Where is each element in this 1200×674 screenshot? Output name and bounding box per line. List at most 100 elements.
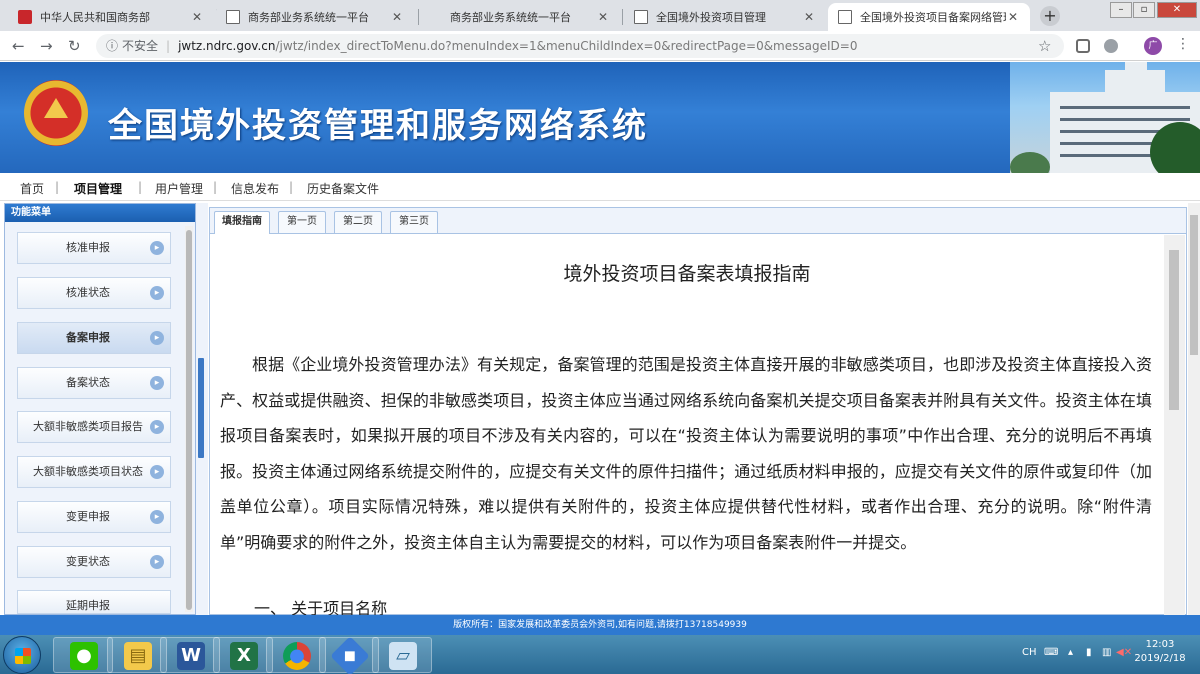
building-image	[1010, 62, 1200, 173]
taskbar-app-chrome[interactable]: ●	[266, 637, 326, 673]
close-icon[interactable]: ✕	[802, 10, 816, 24]
sidebar-item-change-apply[interactable]: 变更申报 ▸	[17, 501, 171, 533]
shield-extension-icon[interactable]	[1076, 39, 1090, 53]
start-button[interactable]	[3, 636, 41, 674]
forward-icon[interactable]: →	[40, 37, 53, 55]
taskbar-app-explorer[interactable]: ▤	[107, 637, 167, 673]
taskbar-app-word[interactable]: W	[160, 637, 220, 673]
copyright-footer: 版权所有：国家发展和改革委员会外资司,如有问题,请拨打13718549939	[0, 615, 1200, 635]
star-icon[interactable]: ☆	[1038, 37, 1051, 55]
url-field[interactable]: ⓘ 不安全 | jwtz.ndrc.gov.cn/jwtz/index_directT…	[96, 34, 1064, 58]
close-icon[interactable]: ✕	[1006, 10, 1020, 24]
reload-icon[interactable]: ↻	[68, 37, 81, 55]
guide-paragraph: 根据《企业境外投资管理办法》有关规定，备案管理的范围是投资主体直接开展的非敏感类…	[220, 355, 1152, 552]
nav-item-history-filings[interactable]: 历史备案文件	[307, 180, 379, 197]
tab-page-two[interactable]: 第二页	[334, 211, 382, 233]
browser-tab-active[interactable]: 全国境外投资项目备案网络管理 ✕	[828, 3, 1030, 31]
arrow-right-icon: ▸	[150, 286, 164, 300]
system-clock[interactable]: 12:03 2019/2/18	[1130, 638, 1190, 666]
extension-icon[interactable]	[1104, 39, 1118, 53]
sidebar-scrollbar[interactable]	[185, 226, 193, 612]
document-icon	[838, 10, 852, 24]
browser-tab[interactable]: 全国境外投资项目管理 ✕	[624, 3, 826, 31]
notepad-icon: ▱	[389, 642, 417, 670]
keyboard-icon[interactable]: ⌨	[1044, 647, 1058, 658]
browser-tab-title: 中华人民共和国商务部	[40, 11, 150, 24]
sidebar-item-filing-status[interactable]: 备案状态 ▸	[17, 367, 171, 399]
site-title: 全国境外投资管理和服务网络系统	[108, 106, 648, 146]
url-host: jwtz.ndrc.gov.cn	[178, 39, 276, 53]
excel-icon: X	[230, 642, 258, 670]
url-separator: |	[166, 39, 171, 53]
taskbar-app-notepad[interactable]: ▱	[372, 637, 432, 673]
tab-separator	[622, 9, 623, 25]
nav-item-home[interactable]: 首页	[20, 180, 44, 197]
browser-tab-title: 商务部业务系统统一平台	[450, 11, 571, 24]
nav-item-project-management[interactable]: 项目管理	[74, 180, 122, 197]
sidebar-item-label: 大额非敏感类项目状态	[33, 465, 143, 478]
battery-icon[interactable]: ▮	[1086, 647, 1092, 658]
page-scrollbar[interactable]	[1188, 203, 1200, 615]
close-icon[interactable]: ✕	[190, 10, 204, 24]
menu-icon[interactable]: ⋮	[1176, 36, 1190, 52]
document-icon	[226, 10, 240, 24]
back-icon[interactable]: ←	[12, 37, 25, 55]
top-nav: 首页 | 项目管理 | 用户管理 | 信息发布 | 历史备案文件	[0, 173, 1200, 201]
sidebar-item-change-status[interactable]: 变更状态 ▸	[17, 546, 171, 578]
collapse-splitter[interactable]	[196, 203, 208, 615]
clock-time: 12:03	[1145, 639, 1175, 650]
info-icon[interactable]: ⓘ	[106, 39, 118, 53]
tab-page-three[interactable]: 第三页	[390, 211, 438, 233]
browser-tab[interactable]: 中华人民共和国商务部 ✕	[8, 3, 214, 31]
nav-item-info-publish[interactable]: 信息发布	[231, 180, 279, 197]
nav-item-user-management[interactable]: 用户管理	[155, 180, 203, 197]
site-header-banner: 全国境外投资管理和服务网络系统	[0, 62, 1200, 173]
nav-divider: |	[213, 180, 218, 194]
sidebar-item-label: 核准申报	[66, 241, 110, 254]
url-path: /jwtz/index_directToMenu.do?menuIndex=1&…	[275, 39, 858, 53]
taskbar-app-tool[interactable]: ◆	[319, 636, 379, 674]
browser-tab[interactable]: 商务部业务系统统一平台 ✕	[216, 3, 414, 31]
new-tab-button[interactable]: +	[1040, 6, 1060, 26]
taskbar-app-excel[interactable]: X	[213, 637, 273, 673]
chrome-icon: ●	[283, 642, 311, 670]
red-flag-icon	[18, 10, 32, 24]
browser-tab-title: 全国境外投资项目管理	[656, 11, 766, 24]
network-icon[interactable]: ▥	[1102, 647, 1111, 658]
guide-document: 境外投资项目备案表填报指南 根据《企业境外投资管理办法》有关规定，备案管理的范围…	[210, 235, 1164, 615]
content-scrollbar[interactable]	[1164, 235, 1185, 615]
collapse-handle[interactable]	[198, 358, 204, 458]
taskbar-app-wechat[interactable]: ●	[53, 637, 113, 673]
sidebar-item-large-report[interactable]: 大额非敏感类项目报告 ▸	[17, 411, 171, 443]
tab-page-one[interactable]: 第一页	[278, 211, 326, 233]
avatar[interactable]: 广	[1144, 37, 1162, 55]
maximize-button[interactable]: ▫	[1133, 2, 1155, 18]
browser-tab-strip: 中华人民共和国商务部 ✕ 商务部业务系统统一平台 ✕ 商务部业务系统统一平台 ✕…	[0, 0, 1200, 31]
browser-tab[interactable]: 商务部业务系统统一平台 ✕	[420, 3, 620, 31]
content-panel: 填报指南 第一页 第二页 第三页 境外投资项目备案表填报指南 根据《企业境外投资…	[209, 207, 1187, 615]
arrow-right-icon: ▸	[150, 420, 164, 434]
file-explorer-icon: ▤	[124, 642, 152, 670]
sidebar-item-filing-apply[interactable]: 备案申报 ▸	[17, 322, 171, 354]
close-icon[interactable]: ✕	[390, 10, 404, 24]
word-icon: W	[177, 642, 205, 670]
window-close-button[interactable]: ✕	[1157, 2, 1197, 18]
input-language[interactable]: CH	[1022, 647, 1037, 658]
chevron-up-icon[interactable]: ▴	[1068, 647, 1073, 658]
sidebar-item-extension-apply[interactable]: 延期申报	[17, 590, 171, 614]
minimize-button[interactable]: –	[1110, 2, 1132, 18]
sidebar-item-large-status[interactable]: 大额非敏感类项目状态 ▸	[17, 456, 171, 488]
sidebar-item-approval-status[interactable]: 核准状态 ▸	[17, 277, 171, 309]
address-bar-row: ← → ↻ ⓘ 不安全 | jwtz.ndrc.gov.cn/jwtz/index_d…	[0, 31, 1200, 61]
document-title: 境外投资项目备案表填报指南	[563, 263, 811, 285]
arrow-right-icon: ▸	[150, 510, 164, 524]
arrow-right-icon: ▸	[150, 331, 164, 345]
sidebar-item-label: 延期申报	[66, 599, 110, 612]
close-icon[interactable]: ✕	[596, 10, 610, 24]
sidebar-item-approval-apply[interactable]: 核准申报 ▸	[17, 232, 171, 264]
arrow-right-icon: ▸	[150, 465, 164, 479]
document-icon	[634, 10, 648, 24]
browser-tab-title: 全国境外投资项目备案网络管理	[860, 11, 1006, 24]
sidebar-item-label: 备案申报	[66, 331, 110, 344]
tab-filling-guide[interactable]: 填报指南	[214, 211, 270, 234]
